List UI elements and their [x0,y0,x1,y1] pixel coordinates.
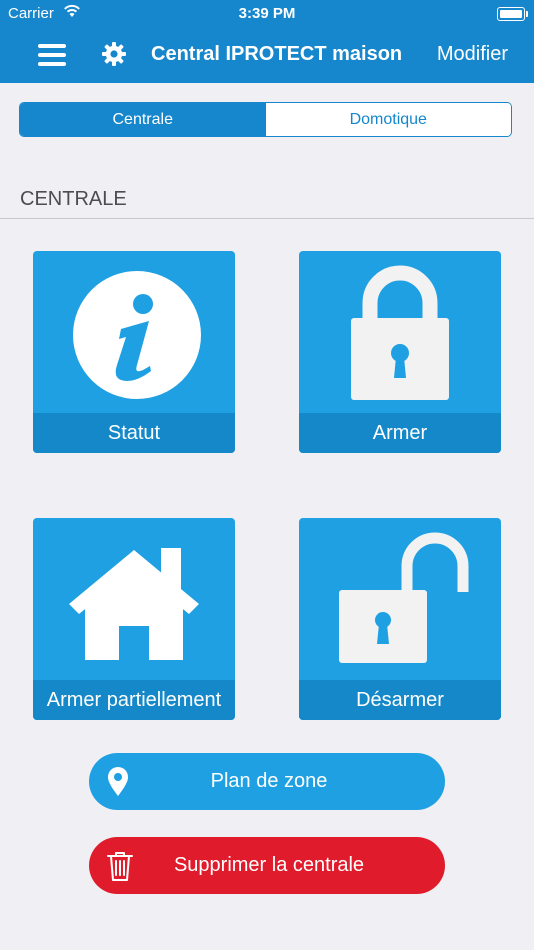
trash-icon [107,852,133,881]
tab-centrale[interactable]: Centrale [20,103,266,136]
padlock-locked-icon [351,265,449,400]
map-pin-icon [108,767,128,796]
hamburger-menu-icon[interactable] [38,42,66,68]
segmented-control: Centrale Domotique [19,102,512,137]
statut-label: Statut [33,413,235,453]
plan-de-zone-label: Plan de zone [210,770,328,792]
delete-centrale-button[interactable]: Supprimer la centrale [89,837,445,894]
armer-partiellement-label: Armer partiellement [33,680,235,720]
edit-button[interactable]: Modifier [437,43,508,66]
section-title: CENTRALE [20,188,127,210]
armer-tile[interactable]: Armer [299,251,501,453]
clock: 3:39 PM [238,5,296,22]
tab-domotique[interactable]: Domotique [265,103,511,136]
page-title: Central IPROTECT maison [151,43,403,65]
gear-icon[interactable] [101,41,127,67]
delete-centrale-label: Supprimer la centrale [173,854,365,876]
desarmer-label: Désarmer [299,680,501,720]
status-bar: Carrier 3:39 PM [0,0,534,28]
desarmer-tile[interactable]: Désarmer [299,518,501,720]
armer-label: Armer [299,413,501,453]
navigation-bar: Central IPROTECT maison Modifier [0,28,534,83]
padlock-unlocked-icon [339,532,469,663]
info-icon [73,271,201,399]
plan-de-zone-button[interactable]: Plan de zone [89,753,445,810]
house-icon [69,548,199,660]
statut-tile[interactable]: Statut [33,251,235,453]
header: Carrier 3:39 PM Central IPROTECT maison … [0,0,534,83]
armer-partiellement-tile[interactable]: Armer partiellement [33,518,235,720]
battery-icon [497,7,528,21]
section-divider [0,218,534,219]
